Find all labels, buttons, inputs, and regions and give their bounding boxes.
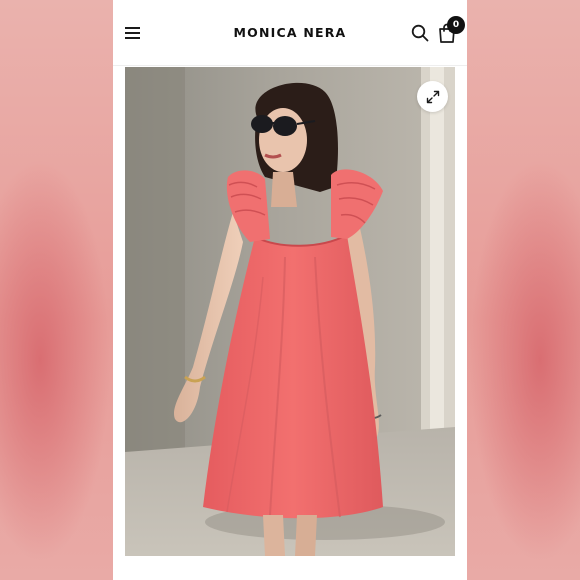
product-page: MONICA NERA 0 xyxy=(113,0,467,580)
cart-count-badge: 0 xyxy=(447,16,465,34)
expand-icon[interactable] xyxy=(417,81,448,112)
product-image[interactable] xyxy=(125,67,455,556)
search-icon[interactable] xyxy=(410,23,430,43)
site-header: MONICA NERA 0 xyxy=(113,0,467,66)
